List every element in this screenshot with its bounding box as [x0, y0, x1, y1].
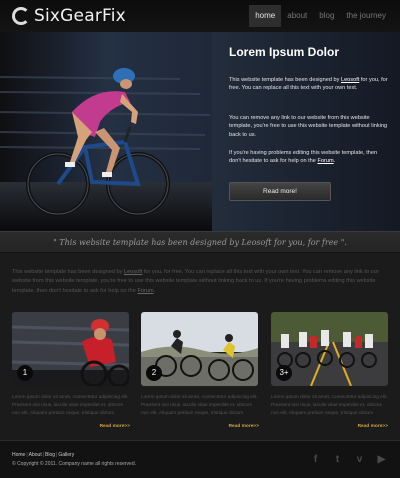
read-more-link-1[interactable]: Read more>> — [100, 424, 130, 429]
nav-about[interactable]: about — [281, 5, 313, 27]
thumb-badge-1: 1 — [17, 365, 33, 381]
youtube-icon[interactable]: ▶ — [375, 453, 388, 466]
footer-link-blog[interactable]: Blog — [45, 452, 55, 458]
footer-links: Home|About|Blog|Gallery — [12, 452, 75, 458]
logo[interactable]: SixGearFix — [12, 6, 126, 26]
column-text-2: Lorem ipsum dolor sit amet, consectetur … — [141, 395, 258, 417]
read-more-button[interactable]: Read more! — [229, 182, 331, 201]
site-footer: Home|About|Blog|Gallery © Copyright © 20… — [0, 440, 400, 478]
intro-paragraph: This website template has been designed … — [12, 269, 379, 294]
read-more-link-3[interactable]: Read more>> — [358, 424, 388, 429]
hero-paragraph-1: This website template has been designed … — [229, 77, 388, 92]
quote-band: " This website template has been designe… — [0, 231, 400, 253]
page: SixGearFix home about blog the journey L… — [0, 0, 400, 478]
footer-link-about[interactable]: About — [29, 452, 42, 458]
social-links: f t v ▶ — [309, 453, 388, 466]
intro-forum-link[interactable]: Forum — [137, 288, 153, 294]
hero-paragraph-2: You can remove any link to our website f… — [229, 115, 388, 138]
footer-link-home[interactable]: Home — [12, 452, 25, 458]
gallery-thumb-2[interactable]: 2 — [141, 312, 258, 386]
quote-text: " This website template has been designe… — [53, 238, 347, 247]
leosoft-link[interactable]: Leosoft — [341, 77, 359, 83]
hero-banner: Lorem Ipsum Dolor This website template … — [0, 32, 400, 231]
hero-paragraph-3: If you're having problems editing this w… — [229, 150, 378, 165]
nav-home[interactable]: home — [249, 5, 282, 27]
cyclist-hero-image — [0, 32, 212, 231]
column-text-3: Lorem ipsum dolor sit amet, consectetur … — [271, 395, 388, 417]
gallery-thumb-1[interactable]: 1 — [12, 312, 129, 386]
thumb-badge-2: 2 — [146, 365, 162, 381]
site-header: SixGearFix home about blog the journey — [0, 0, 400, 32]
facebook-icon[interactable]: f — [309, 453, 322, 466]
column-text-1: Lorem ipsum dolor sit amet, consectetur … — [12, 395, 129, 417]
gallery-thumb-3[interactable]: 3+ — [271, 312, 388, 386]
footer-link-gallery[interactable]: Gallery — [58, 452, 74, 458]
gear-logo-icon — [12, 7, 30, 25]
copyright-text: © Copyright © 2011. Company name all rig… — [12, 461, 136, 467]
thumb-badge-3: 3+ — [276, 365, 292, 381]
read-more-link-2[interactable]: Read more>> — [229, 424, 259, 429]
brand-name: SixGearFix — [34, 6, 126, 26]
vimeo-icon[interactable]: v — [353, 453, 366, 466]
twitter-icon[interactable]: t — [331, 453, 344, 466]
hero-title: Lorem Ipsum Dolor — [229, 45, 340, 59]
nav-the-journey[interactable]: the journey — [340, 5, 392, 27]
intro-leosoft-link[interactable]: Leosoft — [124, 269, 142, 275]
main-nav: home about blog the journey — [249, 5, 392, 27]
nav-blog[interactable]: blog — [313, 5, 340, 27]
forum-link[interactable]: Forum — [317, 158, 333, 164]
